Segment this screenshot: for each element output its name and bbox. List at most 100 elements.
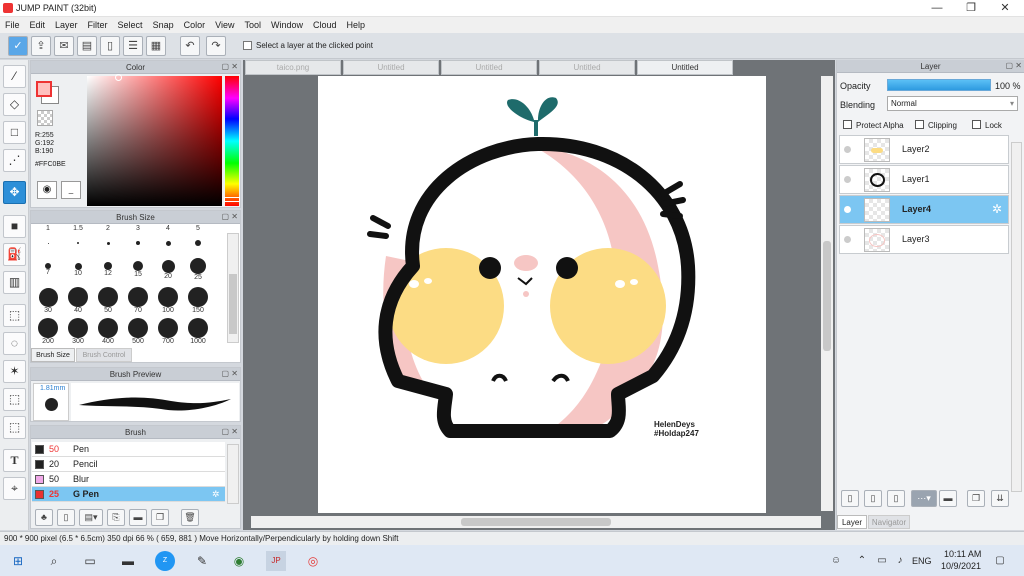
tab-untitled-1[interactable]: Untitled <box>343 60 439 75</box>
menu-tool[interactable]: Tool <box>239 17 266 33</box>
lock-checkbox[interactable] <box>972 120 981 129</box>
tab-brush-size[interactable]: Brush Size <box>31 348 75 362</box>
brush-save-icon[interactable]: ⎘ <box>107 509 125 526</box>
minimize-icon[interactable]: — <box>920 0 954 17</box>
file-explorer-icon[interactable]: ▬ <box>118 551 138 571</box>
panel-close-icon[interactable]: ▢ ✕ <box>222 62 238 71</box>
clipping-checkbox[interactable] <box>915 120 924 129</box>
brush-item-pen[interactable]: 50 Pen <box>32 442 225 457</box>
brush-list-scrollbar[interactable] <box>227 444 239 504</box>
windows-start-icon[interactable]: ⊞ <box>8 551 28 571</box>
move-tool-icon[interactable]: ✥ <box>3 181 26 204</box>
duplicate-layer-icon[interactable]: ❐ <box>967 490 985 507</box>
layer-settings-gear-icon[interactable]: ✲ <box>992 202 1002 216</box>
brush-item-pencil[interactable]: 20 Pencil <box>32 457 225 472</box>
menu-window[interactable]: Window <box>266 17 308 33</box>
paint-app-icon[interactable]: ✎ <box>192 551 212 571</box>
drawing-canvas[interactable]: HelenDeys #Holdap247 <box>318 76 766 513</box>
blending-select[interactable]: Normal ▾ <box>887 96 1018 111</box>
task-view-icon[interactable]: ▭ <box>80 551 100 571</box>
brush-size-option[interactable]: 300 <box>63 318 93 346</box>
maximize-icon[interactable]: ❐ <box>954 0 988 17</box>
menu-cloud[interactable]: Cloud <box>308 17 342 33</box>
visibility-icon[interactable] <box>844 206 851 213</box>
select-pen-tool-icon[interactable]: ⬚ <box>3 388 26 411</box>
brush-size-scrollbar[interactable] <box>227 233 239 343</box>
eraser-tool-icon[interactable]: ◇ <box>3 93 26 116</box>
dotline-tool-icon[interactable]: ⋰ <box>3 149 26 172</box>
brush-size-option[interactable]: 100 <box>153 287 183 315</box>
share-icon[interactable]: ⇪ <box>31 36 51 56</box>
tab-untitled-3[interactable]: Untitled <box>539 60 635 75</box>
select-layer-checkbox[interactable] <box>243 41 252 50</box>
jump-paint-taskbar-icon[interactable]: JP <box>266 551 286 571</box>
brush-size-option[interactable]: 30 <box>33 287 63 315</box>
visibility-icon[interactable] <box>844 146 851 153</box>
brush-stamp-icon[interactable]: ♣ <box>35 509 53 526</box>
lasso-tool-icon[interactable]: ◌ <box>3 332 26 355</box>
network-icon[interactable]: ▭ <box>872 551 892 571</box>
brush-size-option[interactable]: 12 <box>93 256 123 284</box>
grid-edit-icon[interactable]: ▦ <box>146 36 166 56</box>
brush-size-option[interactable]: 7 <box>33 256 63 284</box>
menu-file[interactable]: File <box>0 17 25 33</box>
opacity-slider[interactable] <box>887 79 991 91</box>
brush-size-option[interactable]: 150 <box>183 287 213 315</box>
layer-row-layer4[interactable]: Layer4 ✲ <box>839 195 1009 224</box>
redo-icon[interactable]: ↷ <box>206 36 226 56</box>
brush-size-option[interactable]: 50 <box>93 287 123 315</box>
undo-icon[interactable]: ↶ <box>180 36 200 56</box>
brush-size-option[interactable]: 200 <box>33 318 63 346</box>
layer-folder-icon[interactable]: ▬ <box>939 490 957 507</box>
magic-wand-tool-icon[interactable]: ✶ <box>3 360 26 383</box>
list-icon[interactable]: ☰ <box>123 36 143 56</box>
brush-size-option[interactable]: 1.5 <box>63 225 93 253</box>
zalo-icon[interactable]: Z <box>155 551 175 571</box>
volume-icon[interactable]: ♪ <box>890 551 910 571</box>
brush-menu-icon[interactable]: ▤▾ <box>79 509 103 526</box>
brush-size-option[interactable]: 3 <box>123 225 153 253</box>
layer-row-layer1[interactable]: Layer1 <box>839 165 1009 194</box>
menu-snap[interactable]: Snap <box>148 17 179 33</box>
new-layer-alt-icon[interactable]: ▯ <box>864 490 882 507</box>
tray-chevron-icon[interactable]: ⌃ <box>852 551 872 571</box>
close-icon[interactable]: ✕ <box>988 0 1022 17</box>
brush-item-g-pen[interactable]: 25 G Pen ✲ <box>32 487 225 502</box>
brush-size-option[interactable]: 25 <box>183 256 213 284</box>
fill-rect-tool-icon[interactable]: ■ <box>3 215 26 238</box>
hue-slider-handle[interactable] <box>224 197 240 202</box>
layer-scrollbar[interactable] <box>1011 142 1022 492</box>
hue-slider[interactable] <box>224 76 240 206</box>
layer-menu-icon[interactable]: ⋯▾ <box>911 490 937 507</box>
tab-untitled-active[interactable]: Untitled <box>637 60 733 75</box>
quick-mask-icon[interactable]: ✓ <box>8 36 28 56</box>
panel-close-icon[interactable]: ▢ ✕ <box>222 427 238 436</box>
tab-layer[interactable]: Layer <box>837 515 867 529</box>
rectangle-tool-icon[interactable]: □ <box>3 121 26 144</box>
browser-icon[interactable]: ◉ <box>229 551 249 571</box>
brush-size-option[interactable]: 15 <box>123 256 153 284</box>
menu-edit[interactable]: Edit <box>25 17 51 33</box>
layer-row-layer3[interactable]: Layer3 <box>839 225 1009 254</box>
brush-size-option[interactable]: 70 <box>123 287 153 315</box>
menu-help[interactable]: Help <box>342 17 371 33</box>
tab-navigator[interactable]: Navigator <box>868 515 910 529</box>
brush-size-option[interactable]: 20 <box>153 256 183 284</box>
brush-size-option[interactable]: 10 <box>63 256 93 284</box>
saturation-value-picker[interactable] <box>87 74 222 206</box>
color-picker-icon[interactable]: _ <box>61 181 81 199</box>
new-brush-icon[interactable]: ▯ <box>57 509 75 526</box>
people-icon[interactable]: ☺ <box>826 551 846 571</box>
text-tool-icon[interactable]: T <box>3 449 26 472</box>
horizontal-scrollbar-thumb[interactable] <box>461 518 611 526</box>
menu-select[interactable]: Select <box>113 17 148 33</box>
brush-size-option[interactable]: 4 <box>153 225 183 253</box>
brush-size-option[interactable]: 40 <box>63 287 93 315</box>
tab-brush-control[interactable]: Brush Control <box>76 348 132 362</box>
chrome-icon[interactable]: ◎ <box>303 551 323 571</box>
brush-settings-gear-icon[interactable]: ✲ <box>212 487 220 502</box>
folder-icon[interactable]: ▬ <box>129 509 147 526</box>
brush-size-option[interactable]: 700 <box>153 318 183 346</box>
panel-close-icon[interactable]: ▢ ✕ <box>1006 61 1022 70</box>
document-icon[interactable]: ▯ <box>100 36 120 56</box>
